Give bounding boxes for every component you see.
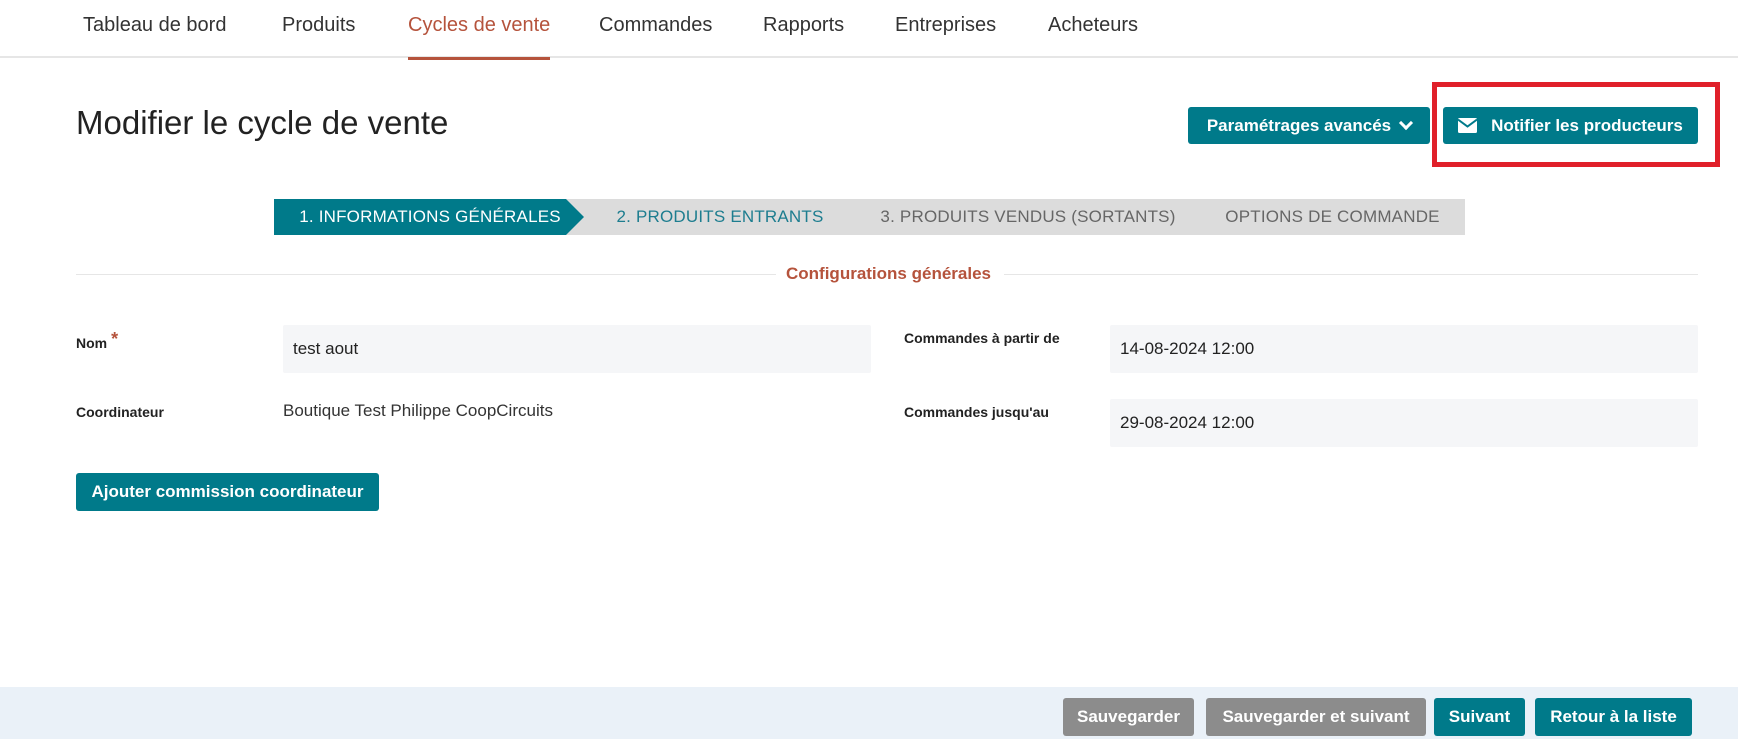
nav-rapports[interactable]: Rapports: [763, 14, 844, 58]
name-field[interactable]: test aout: [283, 325, 871, 373]
section-divider-left: [76, 274, 776, 275]
page-title: Modifier le cycle de vente: [76, 104, 449, 141]
step-3-label: 3. PRODUITS VENDUS (SORTANTS): [880, 207, 1176, 226]
nav-tableau-de-bord[interactable]: Tableau de bord: [83, 14, 226, 58]
step-produits-vendus[interactable]: 3. PRODUITS VENDUS (SORTANTS): [842, 199, 1202, 235]
step-informations-generales[interactable]: 1. INFORMATIONS GÉNÉRALES: [274, 199, 586, 235]
save-and-next-button[interactable]: Sauvegarder et suivant: [1206, 698, 1426, 736]
nav-cycles-de-vente[interactable]: Cycles de vente: [408, 14, 551, 60]
envelope-icon: [1458, 118, 1478, 133]
notify-producers-label: Notifier les producteurs: [1491, 115, 1683, 135]
nav-entreprises[interactable]: Entreprises: [895, 14, 996, 58]
step-produits-entrants[interactable]: 2. PRODUITS ENTRANTS: [566, 199, 862, 235]
step-2-label: 2. PRODUITS ENTRANTS: [616, 207, 824, 226]
orders-from-field[interactable]: 14-08-2024 12:00: [1110, 325, 1698, 373]
chevron-down-icon: [1399, 115, 1414, 131]
back-to-list-button[interactable]: Retour à la liste: [1535, 698, 1692, 736]
coordinator-value: Boutique Test Philippe CoopCircuits: [283, 401, 553, 420]
nav-cycles-de-vente-label: Cycles de vente: [408, 14, 551, 36]
step-4-label: OPTIONS DE COMMANDE: [1225, 207, 1440, 226]
name-label: Nom *: [76, 329, 119, 353]
save-button[interactable]: Sauvegarder: [1063, 698, 1194, 736]
notify-producers-button[interactable]: Notifier les producteurs: [1443, 107, 1698, 144]
orders-from-label: Commandes à partir de: [904, 330, 1060, 346]
nav-produits[interactable]: Produits: [282, 14, 355, 58]
nav-commandes[interactable]: Commandes: [599, 14, 712, 58]
next-button[interactable]: Suivant: [1434, 698, 1525, 736]
top-nav: Tableau de bord Produits Cycles de vente…: [0, 0, 1738, 60]
name-label-text: Nom: [76, 335, 108, 351]
add-coordinator-commission-button[interactable]: Ajouter commission coordinateur: [76, 473, 379, 511]
advanced-settings-label: Paramétrages avancés: [1206, 115, 1392, 135]
required-mark: *: [111, 329, 119, 349]
section-title: Configurations générales: [786, 264, 991, 283]
advanced-settings-button[interactable]: Paramétrages avancés: [1188, 107, 1430, 144]
coordinator-label: Coordinateur: [76, 404, 164, 420]
step-options-de-commande[interactable]: OPTIONS DE COMMANDE: [1182, 199, 1465, 235]
orders-until-field[interactable]: 29-08-2024 12:00: [1110, 399, 1698, 447]
step-1-label: 1. INFORMATIONS GÉNÉRALES: [299, 207, 561, 226]
active-nav-indicator: [408, 57, 551, 60]
section-divider-right: [1004, 274, 1698, 275]
nav-acheteurs[interactable]: Acheteurs: [1048, 14, 1138, 58]
orders-until-label: Commandes jusqu'au: [904, 404, 1049, 420]
